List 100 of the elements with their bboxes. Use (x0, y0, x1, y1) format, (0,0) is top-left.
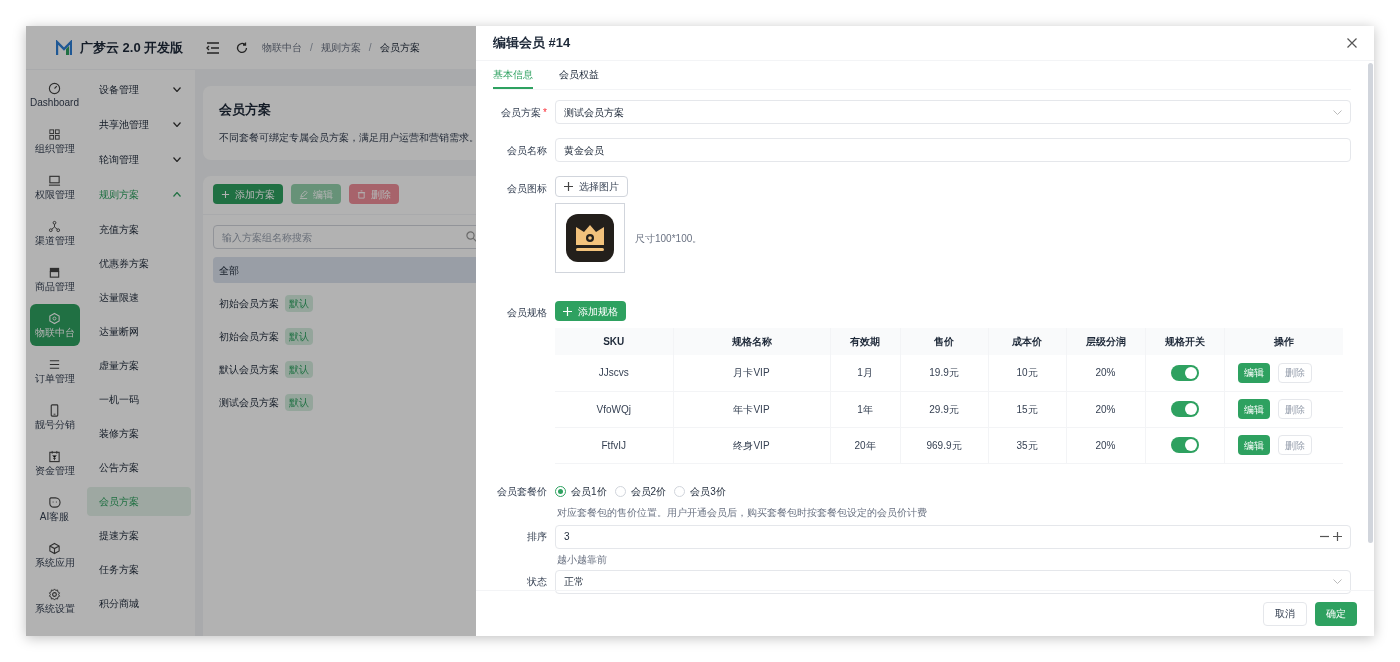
rail-item[interactable]: 组织管理 (29, 120, 80, 162)
table-cell: JJscvs (598, 367, 629, 379)
chat-bot-icon (48, 496, 61, 509)
breadcrumb-link[interactable]: 规则方案 (320, 40, 361, 55)
table-cell: 1月 (857, 367, 873, 379)
menu-item[interactable]: 一机一码 (87, 384, 191, 414)
menu-item[interactable]: 优惠券方案 (87, 248, 191, 278)
plus-icon (564, 182, 573, 191)
choose-image-button[interactable]: 选择图片 (555, 176, 628, 197)
cancel-button[interactable]: 取消 (1263, 601, 1307, 626)
calendar-icon (48, 450, 61, 463)
column-header: 层级分润 (1066, 328, 1145, 355)
breadcrumb-separator: / (368, 41, 372, 55)
page-title: 会员方案 (219, 101, 272, 119)
menu-item[interactable]: 积分商城 (87, 588, 191, 618)
table-cell: 20% (1095, 367, 1116, 379)
chevron-down-icon (173, 122, 181, 127)
rail-item[interactable]: 渠道管理 (29, 212, 80, 254)
search-icon[interactable] (466, 231, 476, 242)
rail-item[interactable]: 资金管理 (29, 442, 80, 484)
rail-item[interactable]: Dashboard (29, 74, 80, 116)
help-text: 对应套餐包的售价位置。用户开通会员后，购买套餐包时按套餐包设定的会员价计费 (557, 505, 928, 520)
rail-item[interactable]: 系统应用 (29, 534, 80, 576)
table-cell: 20% (1095, 439, 1116, 451)
tab[interactable]: 会员权益 (559, 61, 599, 89)
breadcrumb-link[interactable]: 会员方案 (379, 40, 420, 55)
store-icon (48, 266, 61, 279)
menu-collapse-icon[interactable] (206, 41, 220, 54)
table-cell: 20% (1095, 403, 1116, 415)
column-header: 售价 (900, 328, 988, 355)
table-cell: 969.9元 (926, 439, 962, 451)
toggle-switch[interactable] (1170, 364, 1199, 381)
breadcrumb-link[interactable]: 物联中台 (262, 40, 302, 55)
crown-icon (565, 213, 615, 263)
menu-item[interactable]: 虚量方案 (87, 350, 191, 380)
menu-item[interactable]: 任务方案 (87, 554, 191, 584)
table-cell: 35元 (1016, 439, 1038, 451)
plan-list-item[interactable]: 全部 (219, 262, 239, 278)
chevron-down-icon (173, 157, 181, 162)
menu-item[interactable]: 达量断网 (87, 316, 191, 346)
plus-icon (221, 189, 230, 199)
rail-item[interactable]: 商品管理 (29, 258, 80, 300)
column-header: SKU (555, 328, 673, 355)
table-cell: 年卡VIP (733, 403, 770, 415)
search-field[interactable]: 输入方案组名称搜索 (213, 225, 476, 249)
sort-number-input[interactable]: 3 (555, 524, 1351, 549)
help-text: 越小越靠前 (557, 552, 608, 567)
input-field[interactable]: 黄金会员 (555, 138, 1351, 162)
scrollbar[interactable] (1368, 63, 1373, 543)
toggle-switch[interactable] (1170, 437, 1199, 453)
menu-group[interactable]: 共享池管理 (87, 107, 191, 142)
menu-item[interactable]: 装修方案 (87, 418, 191, 448)
menu-group[interactable]: 设备管理 (87, 72, 191, 107)
plan-list-item[interactable]: 初始会员方案 (219, 328, 279, 344)
close-icon[interactable] (1347, 38, 1357, 48)
chevron-down-icon (1333, 579, 1342, 584)
field-label: 排序 (526, 530, 548, 544)
plan-list-item[interactable]: 初始会员方案 (219, 295, 279, 311)
size-hint: 尺寸100*100。 (635, 231, 703, 246)
field-label: 会员规格 (506, 306, 548, 320)
rail-item[interactable]: 订单管理 (29, 350, 80, 392)
table-cell: 1年 (857, 403, 873, 415)
column-header: 操作 (1224, 328, 1343, 355)
rail-item[interactable]: 权限管理 (29, 166, 80, 208)
table-cell: 10元 (1016, 367, 1038, 379)
rail-item[interactable]: 靓号分销 (29, 396, 80, 438)
grid-icon (48, 128, 61, 141)
plan-list-item[interactable]: 默认会员方案 (219, 361, 279, 377)
breadcrumb-separator: / (310, 41, 313, 55)
tab[interactable]: 基本信息 (493, 61, 533, 89)
rail-item[interactable]: 系统设置 (29, 580, 80, 622)
menu-item[interactable]: 提速方案 (87, 520, 191, 550)
menu-item[interactable]: 充值方案 (87, 214, 191, 244)
app-title: 广梦云 2.0 开发版 (80, 38, 184, 57)
phone-icon (48, 404, 61, 417)
field-label: 会员名称 (507, 144, 547, 156)
nodes-icon (48, 220, 61, 233)
menu-group[interactable]: 轮询管理 (87, 142, 191, 177)
chevron-down-icon (173, 87, 181, 92)
radio-label: 会员2价 (630, 484, 667, 499)
rail-item[interactable]: AI客服 (29, 488, 80, 530)
toggle-switch[interactable] (1170, 401, 1199, 417)
trash-icon (357, 189, 366, 199)
menu-item[interactable]: 达量限速 (87, 282, 191, 312)
box-icon (48, 542, 61, 555)
column-header: 规格名称 (673, 328, 830, 355)
radio-label: 会员1价 (571, 484, 607, 499)
logo-icon (56, 39, 72, 56)
plus-icon[interactable] (1333, 532, 1342, 541)
table-cell: FtfvIJ (601, 439, 626, 451)
default-tag: 默认 (285, 393, 313, 411)
plan-select[interactable]: 测试会员方案 (555, 100, 1351, 124)
field-label: 会员图标 (506, 182, 548, 196)
status-select[interactable]: 正常 (555, 569, 1351, 594)
list-icon (48, 358, 61, 371)
refresh-icon[interactable] (236, 41, 248, 54)
default-tag: 默认 (285, 327, 313, 345)
menu-item[interactable]: 公告方案 (87, 452, 191, 482)
table-cell: 20年 (854, 439, 876, 451)
plan-list-item[interactable]: 测试会员方案 (219, 394, 279, 410)
